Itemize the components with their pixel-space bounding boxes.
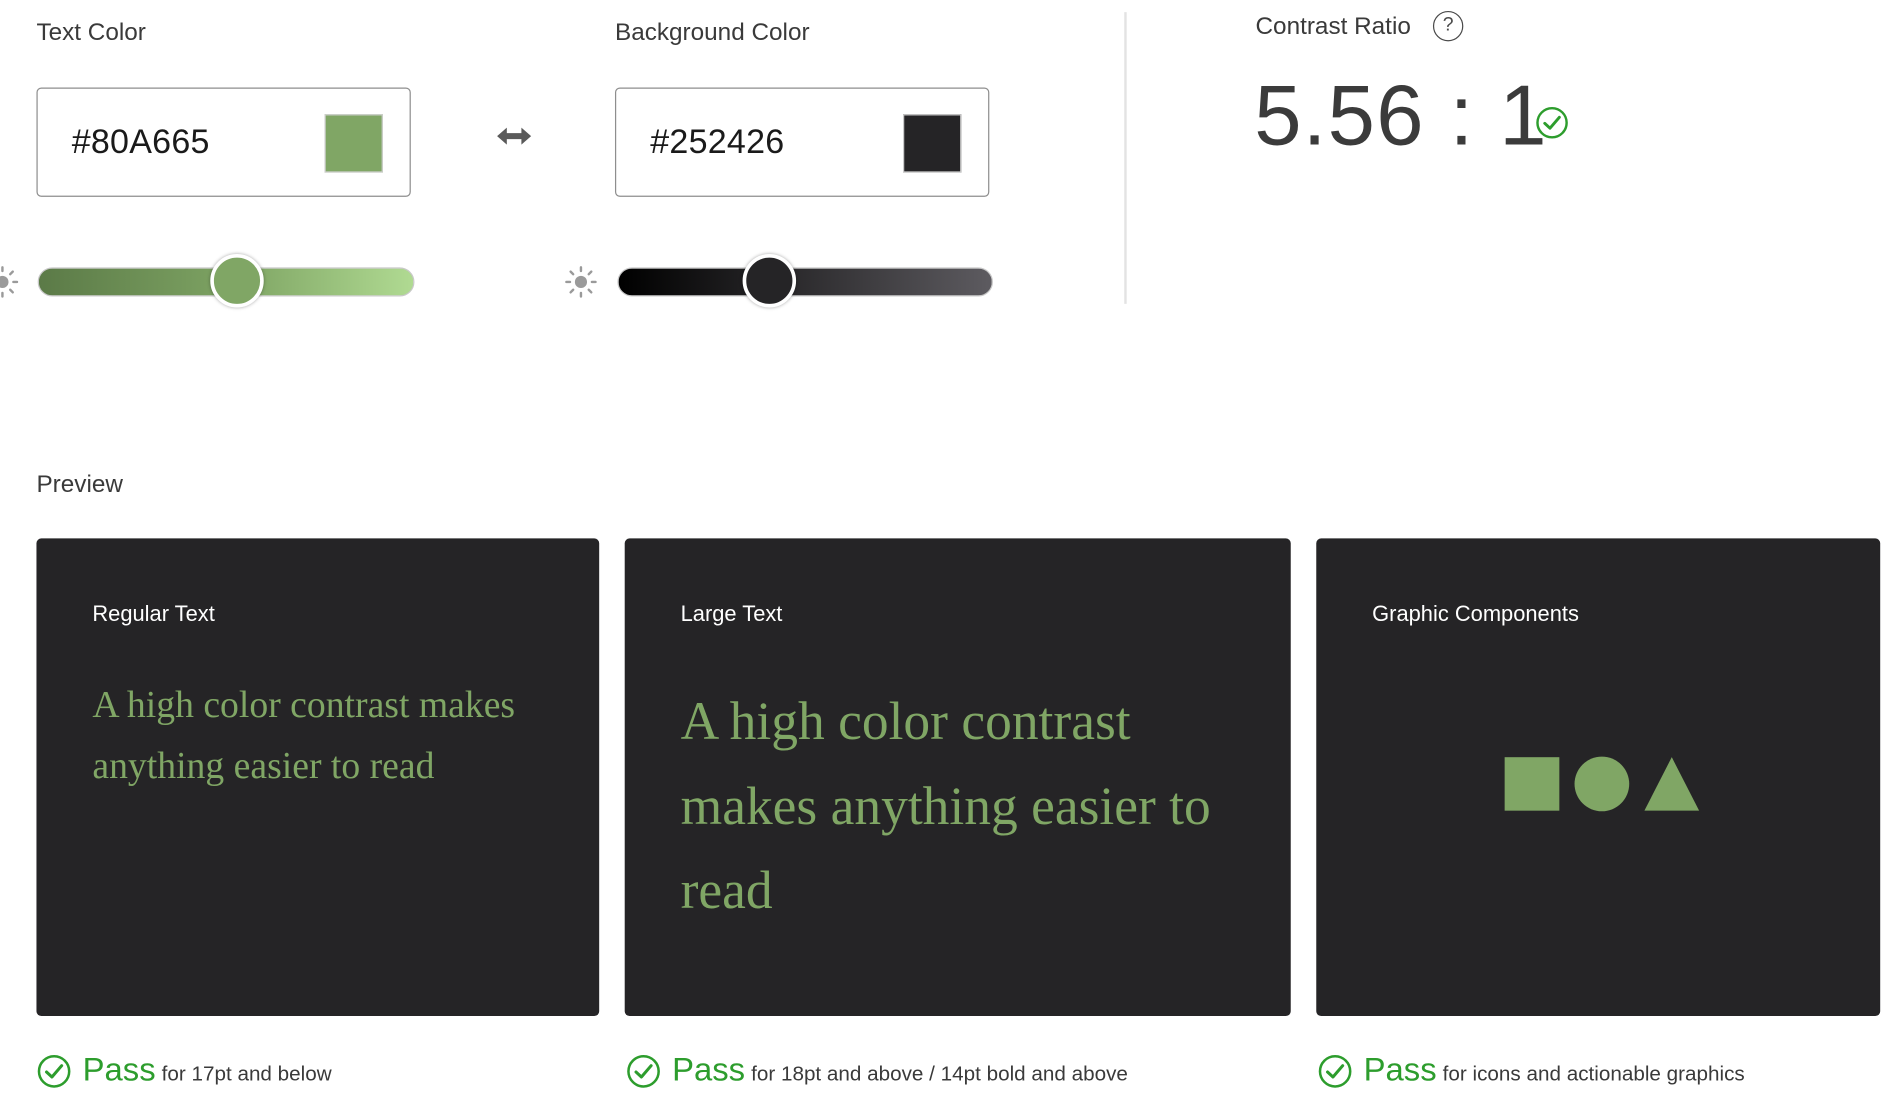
check-circle-icon <box>1318 1054 1352 1088</box>
regular-text-preview-card: Regular Text A high color contrast makes… <box>36 538 600 1017</box>
large-text-preview-card: Large Text A high color contrast makes a… <box>624 538 1291 1017</box>
check-circle-icon <box>37 1054 71 1088</box>
pass-description: for 18pt and above / 14pt bold and above <box>751 1062 1128 1086</box>
square-shape <box>1504 757 1560 811</box>
background-color-slider-thumb[interactable] <box>742 254 797 308</box>
background-color-hex-value[interactable]: #252426 <box>650 123 784 162</box>
large-text-result: Pass for 18pt and above / 14pt bold and … <box>626 1050 1294 1094</box>
check-circle-icon <box>627 1054 660 1088</box>
pass-status: Pass <box>82 1051 156 1088</box>
section-divider <box>1124 12 1127 304</box>
swap-arrows-icon[interactable] <box>495 124 534 148</box>
regular-text-sample: A high color contrast makes anything eas… <box>92 683 516 786</box>
card-title: Graphic Components <box>1372 601 1579 626</box>
check-circle-icon <box>1536 106 1568 139</box>
pass-status: Pass <box>1363 1051 1437 1088</box>
circle-shape <box>1574 756 1630 812</box>
card-title: Regular Text <box>92 601 215 626</box>
text-color-input[interactable]: #80A665 <box>36 87 411 197</box>
large-text-sample: A high color contrast makes anything eas… <box>680 691 1211 921</box>
text-color-swatch[interactable] <box>324 114 383 173</box>
background-color-input[interactable]: #252426 <box>614 87 990 197</box>
brightness-icon <box>0 266 19 298</box>
graphic-shapes <box>1504 756 1700 812</box>
background-color-label: Background Color <box>614 19 810 47</box>
background-color-brightness-slider[interactable] <box>617 267 993 297</box>
contrast-ratio-value: 5.56 : 1 <box>1254 68 1548 163</box>
triangle-shape <box>1644 757 1700 811</box>
text-color-slider-thumb[interactable] <box>210 254 264 308</box>
pass-status: Pass <box>672 1051 746 1088</box>
text-color-label: Text Color <box>36 19 146 47</box>
contrast-ratio-label: Contrast Ratio <box>1255 13 1411 41</box>
text-color-hex-value[interactable]: #80A665 <box>72 123 210 162</box>
preview-label: Preview <box>36 471 123 499</box>
help-icon[interactable]: ? <box>1432 10 1464 42</box>
graphic-components-result: Pass for icons and actionable graphics <box>1317 1050 1888 1094</box>
pass-description: for icons and actionable graphics <box>1442 1062 1745 1086</box>
regular-text-result: Pass for 17pt and below <box>36 1050 607 1094</box>
background-color-swatch[interactable] <box>903 114 962 173</box>
card-title: Large Text <box>680 601 783 626</box>
brightness-icon <box>565 266 597 298</box>
pass-description: for 17pt and below <box>161 1062 332 1086</box>
graphic-components-preview-card: Graphic Components <box>1316 538 1881 1017</box>
